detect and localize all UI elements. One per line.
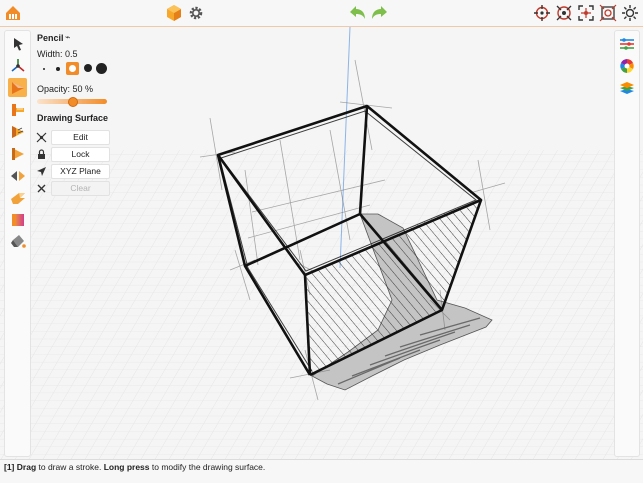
ruler-tool-icon[interactable]: [8, 100, 27, 119]
extrude-tool-icon[interactable]: [8, 144, 27, 163]
color-wheel-icon[interactable]: [617, 56, 636, 75]
surface-tool-icon[interactable]: [8, 122, 27, 141]
undo-icon[interactable]: [347, 3, 367, 23]
settings-gear-icon[interactable]: [186, 3, 206, 23]
status-text-1: to draw a stroke.: [36, 462, 104, 472]
adjust-sliders-icon[interactable]: [617, 34, 636, 53]
center-view-icon[interactable]: [576, 3, 596, 23]
scene-drawing: [0, 27, 643, 459]
left-toolbar: [4, 30, 31, 457]
width-option-2[interactable]: [56, 67, 60, 71]
lock-icon: [36, 149, 47, 160]
width-selector: [37, 62, 109, 76]
status-bar: [1] Drag to draw a stroke. Long press to…: [0, 459, 643, 483]
width-option-4[interactable]: [84, 64, 92, 72]
width-label: Width: 0.5: [37, 49, 78, 59]
rotate-view-icon[interactable]: [554, 3, 574, 23]
status-text: [1] Drag to draw a stroke. Long press to…: [4, 462, 265, 472]
hand-tool-icon[interactable]: [8, 188, 27, 207]
select-arrow-icon[interactable]: [8, 34, 27, 53]
pencil-tilde-icon: ⌁: [65, 32, 71, 42]
opacity-label: Opacity: 50 %: [37, 84, 94, 94]
color-fill-icon[interactable]: [8, 210, 27, 229]
fit-view-icon[interactable]: [598, 3, 618, 23]
width-option-5[interactable]: [96, 63, 107, 74]
mirror-tool-icon[interactable]: [8, 166, 27, 185]
tool-name-title: Pencil: [37, 33, 64, 43]
status-text-2: to modify the drawing surface.: [149, 462, 266, 472]
right-toolbar: [614, 30, 640, 457]
drawing-surface-title: Drawing Surface: [37, 113, 109, 123]
xyz-plane-button[interactable]: XYZ Plane: [51, 164, 110, 179]
status-drag-word: Drag: [16, 462, 37, 472]
opacity-slider-thumb[interactable]: [68, 97, 78, 107]
target-icon[interactable]: [532, 3, 552, 23]
pencil-tool-icon[interactable]: [8, 78, 27, 97]
status-step: [1]: [4, 462, 15, 472]
clear-x-icon: [36, 183, 47, 194]
home-icon[interactable]: [3, 3, 23, 23]
width-option-3-selected[interactable]: [66, 62, 79, 75]
layers-icon[interactable]: [617, 78, 636, 97]
plane-arrow-icon: [36, 166, 47, 177]
lock-button[interactable]: Lock: [51, 147, 110, 162]
drawing-canvas[interactable]: [0, 27, 643, 459]
sun-icon[interactable]: [620, 3, 640, 23]
bucket-icon[interactable]: [8, 232, 27, 251]
edit-surface-icon: [36, 132, 47, 143]
edit-button[interactable]: Edit: [51, 130, 110, 145]
cube-icon[interactable]: [164, 3, 184, 23]
axis-gizmo-icon[interactable]: [8, 56, 27, 75]
opacity-slider[interactable]: [37, 97, 107, 107]
status-long-press-word: Long press: [103, 462, 150, 472]
width-option-1[interactable]: [43, 68, 45, 70]
redo-icon[interactable]: [370, 3, 390, 23]
top-toolbar: [0, 0, 643, 27]
clear-button[interactable]: Clear: [51, 181, 110, 196]
